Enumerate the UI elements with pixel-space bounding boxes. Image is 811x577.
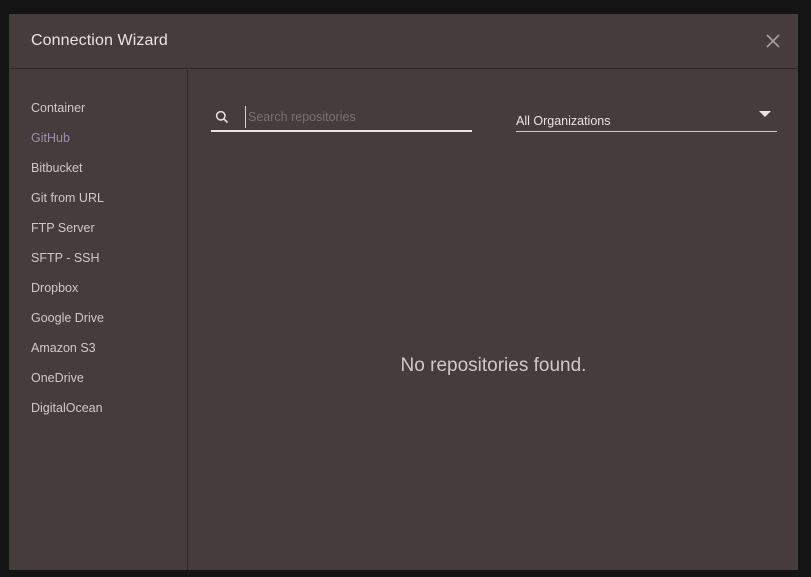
search-box: [211, 106, 472, 132]
sidebar-item-amazon-s3[interactable]: Amazon S3: [9, 334, 187, 364]
sidebar-item-onedrive[interactable]: OneDrive: [9, 364, 187, 394]
main-panel: All Organizations No repositories found.: [189, 70, 798, 570]
sidebar-item-digitalocean[interactable]: DigitalOcean: [9, 394, 187, 424]
sidebar-item-git-from-url[interactable]: Git from URL: [9, 184, 187, 214]
sidebar: Container GitHub Bitbucket Git from URL …: [9, 70, 188, 570]
sidebar-item-bitbucket[interactable]: Bitbucket: [9, 154, 187, 184]
sidebar-item-sftp-ssh[interactable]: SFTP - SSH: [9, 244, 187, 274]
sidebar-item-google-drive[interactable]: Google Drive: [9, 304, 187, 334]
organization-select-value: All Organizations: [516, 114, 611, 128]
empty-state-message: No repositories found.: [400, 355, 587, 376]
close-button[interactable]: [764, 32, 782, 50]
sidebar-item-github[interactable]: GitHub: [9, 124, 187, 154]
dialog-header: Connection Wizard: [9, 14, 798, 69]
search-icon: [215, 110, 229, 124]
sidebar-item-dropbox[interactable]: Dropbox: [9, 274, 187, 304]
caret-down-icon: [759, 111, 771, 117]
dialog-title: Connection Wizard: [31, 32, 168, 49]
sidebar-item-container[interactable]: Container: [9, 94, 187, 124]
sidebar-item-ftp-server[interactable]: FTP Server: [9, 214, 187, 244]
connection-wizard-dialog: Connection Wizard Container GitHub Bitbu…: [9, 14, 798, 570]
close-icon: [766, 34, 780, 48]
search-input[interactable]: [245, 106, 465, 128]
organization-select[interactable]: All Organizations: [516, 106, 777, 132]
